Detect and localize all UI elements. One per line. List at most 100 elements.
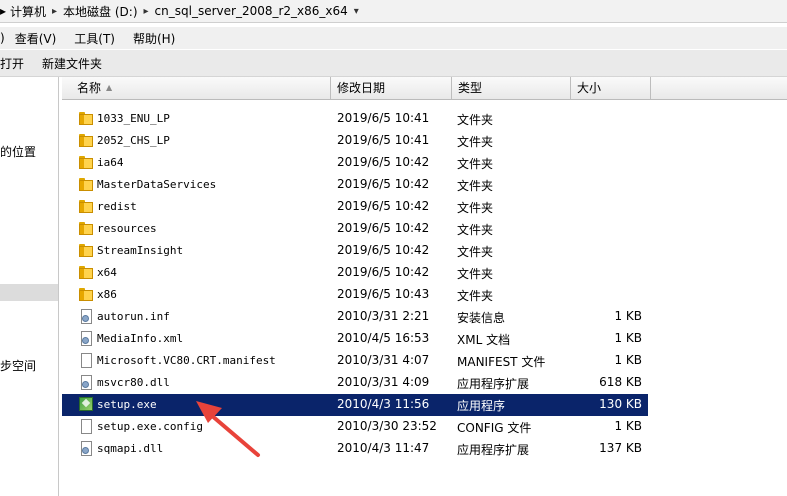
- column-header-size[interactable]: 大小: [571, 77, 651, 99]
- chevron-right-icon[interactable]: ▸: [52, 6, 57, 17]
- open-button[interactable]: 打开: [0, 55, 24, 72]
- file-date: 2019/6/5 10:42: [337, 155, 430, 169]
- table-row[interactable]: setup.exe 2010/4/3 11:56 应用程序 130 KB: [62, 394, 648, 416]
- file-icon: [79, 375, 93, 391]
- address-chevron-left-icon[interactable]: ▸: [0, 4, 6, 18]
- file-list-view[interactable]: 名称 ▲ 修改日期 类型 大小 1033_ENU_LP 2019/6/5 10:4…: [62, 77, 787, 496]
- file-size: 130 KB: [599, 397, 642, 411]
- folder-icon: [79, 287, 93, 303]
- column-header-type[interactable]: 类型: [452, 77, 571, 99]
- file-name: ia64: [97, 156, 124, 169]
- file-name: MediaInfo.xml: [97, 332, 184, 345]
- table-row[interactable]: resources 2019/6/5 10:42 文件夹: [62, 218, 648, 240]
- table-row[interactable]: msvcr80.dll 2010/3/31 4:09 应用程序扩展 618 KB: [62, 372, 648, 394]
- file-size: 1 KB: [614, 353, 642, 367]
- file-date: 2010/3/31 4:09: [337, 375, 430, 389]
- table-row[interactable]: setup.exe.config 2010/3/30 23:52 CONFIG 文件…: [62, 416, 648, 438]
- breadcrumb-local-disk[interactable]: 本地磁盘 (D:): [63, 3, 137, 20]
- table-row[interactable]: MediaInfo.xml 2010/4/5 16:53 XML 文档 1 KB: [62, 328, 648, 350]
- file-size: 137 KB: [599, 441, 642, 455]
- file-name: sqmapi.dll: [97, 442, 164, 455]
- table-row[interactable]: Microsoft.VC80.CRT.manifest 2010/3/31 4:0…: [62, 350, 648, 372]
- file-name: redist: [97, 200, 137, 213]
- column-header-name[interactable]: 名称 ▲: [62, 77, 331, 99]
- table-row[interactable]: redist 2019/6/5 10:42 文件夹: [62, 196, 648, 218]
- file-type: 文件夹: [457, 135, 494, 149]
- file-name: 1033_ENU_LP: [97, 112, 170, 125]
- file-type: 文件夹: [457, 245, 494, 259]
- file-name: autorun.inf: [97, 310, 170, 323]
- file-name: x64: [97, 266, 117, 279]
- table-row[interactable]: ia64 2019/6/5 10:42 文件夹: [62, 152, 648, 174]
- file-name: setup.exe: [97, 398, 157, 411]
- nav-recent-places[interactable]: 的位置: [0, 143, 36, 160]
- file-type: 文件夹: [457, 113, 494, 127]
- file-date: 2019/6/5 10:42: [337, 177, 430, 191]
- file-date: 2010/4/3 11:47: [337, 441, 430, 455]
- folder-icon: [79, 155, 93, 171]
- sort-ascending-icon: ▲: [106, 83, 113, 92]
- file-size: 1 KB: [614, 419, 642, 433]
- folder-icon: [79, 177, 93, 193]
- file-name: msvcr80.dll: [97, 376, 170, 389]
- menu-tools[interactable]: 工具(T): [74, 30, 115, 47]
- table-row[interactable]: MasterDataServices 2019/6/5 10:42 文件夹: [62, 174, 648, 196]
- file-name: x86: [97, 288, 117, 301]
- nav-sync-center[interactable]: 步空间: [0, 357, 36, 374]
- folder-icon: [79, 111, 93, 127]
- file-name: Microsoft.VC80.CRT.manifest: [97, 354, 276, 367]
- file-name: resources: [97, 222, 157, 235]
- table-row[interactable]: 2052_CHS_LP 2019/6/5 10:41 文件夹: [62, 130, 648, 152]
- file-icon: [79, 331, 93, 347]
- file-date: 2010/3/31 4:07: [337, 353, 430, 367]
- column-header-date-label: 修改日期: [337, 81, 386, 95]
- file-date: 2019/6/5 10:41: [337, 133, 430, 147]
- file-type: 文件夹: [457, 267, 494, 281]
- chevron-right-icon[interactable]: ▸: [144, 6, 149, 17]
- folder-icon: [79, 243, 93, 259]
- file-type: 应用程序扩展: [457, 443, 530, 457]
- file-icon: [79, 309, 93, 325]
- file-name: setup.exe.config: [97, 420, 203, 433]
- table-row[interactable]: 1033_ENU_LP 2019/6/5 10:41 文件夹: [62, 108, 648, 130]
- menu-view[interactable]: 查看(V): [15, 30, 57, 47]
- navigation-pane[interactable]: 的位置 步空间: [0, 77, 59, 496]
- chevron-down-icon[interactable]: ▾: [354, 6, 359, 17]
- column-header-date[interactable]: 修改日期: [331, 77, 452, 99]
- table-row[interactable]: x64 2019/6/5 10:42 文件夹: [62, 262, 648, 284]
- column-header-size-label: 大小: [577, 81, 602, 95]
- menu-bar: ) 查看(V) 工具(T) 帮助(H): [0, 27, 787, 49]
- breadcrumb-computer[interactable]: 计算机: [10, 3, 46, 20]
- folder-icon: [79, 265, 93, 281]
- file-size: 1 KB: [614, 331, 642, 345]
- table-row[interactable]: autorun.inf 2010/3/31 2:21 安装信息 1 KB: [62, 306, 648, 328]
- file-type: 文件夹: [457, 289, 494, 303]
- file-date: 2019/6/5 10:43: [337, 287, 430, 301]
- file-type: MANIFEST 文件: [457, 355, 546, 369]
- nav-selected-item[interactable]: [0, 284, 58, 301]
- file-date: 2010/3/31 2:21: [337, 309, 430, 323]
- file-date: 2019/6/5 10:41: [337, 111, 430, 125]
- table-row[interactable]: sqmapi.dll 2010/4/3 11:47 应用程序扩展 137 KB: [62, 438, 648, 460]
- file-icon: [79, 441, 93, 457]
- table-row[interactable]: x86 2019/6/5 10:43 文件夹: [62, 284, 648, 306]
- folder-icon: [79, 199, 93, 215]
- folder-icon: [79, 133, 93, 149]
- table-row[interactable]: StreamInsight 2019/6/5 10:42 文件夹: [62, 240, 648, 262]
- file-date: 2010/4/5 16:53: [337, 331, 430, 345]
- address-bar[interactable]: ▸ 计算机 ▸ 本地磁盘 (D:) ▸ cn_sql_server_2008_r…: [0, 0, 787, 23]
- file-name: MasterDataServices: [97, 178, 217, 191]
- menu-help[interactable]: 帮助(H): [133, 30, 175, 47]
- file-date: 2019/6/5 10:42: [337, 221, 430, 235]
- menu-edit[interactable]: ): [0, 31, 5, 45]
- new-folder-button[interactable]: 新建文件夹: [42, 55, 102, 72]
- command-bar: 打开 新建文件夹: [0, 50, 787, 77]
- file-type: 文件夹: [457, 223, 494, 237]
- file-rows: 1033_ENU_LP 2019/6/5 10:41 文件夹 2052_CHS_LP 2…: [62, 108, 787, 460]
- file-name: StreamInsight: [97, 244, 184, 257]
- breadcrumb-folder[interactable]: cn_sql_server_2008_r2_x86_x64: [155, 4, 348, 18]
- file-size: 618 KB: [599, 375, 642, 389]
- folder-icon: [79, 221, 93, 237]
- file-date: 2019/6/5 10:42: [337, 243, 430, 257]
- file-date: 2010/3/30 23:52: [337, 419, 437, 433]
